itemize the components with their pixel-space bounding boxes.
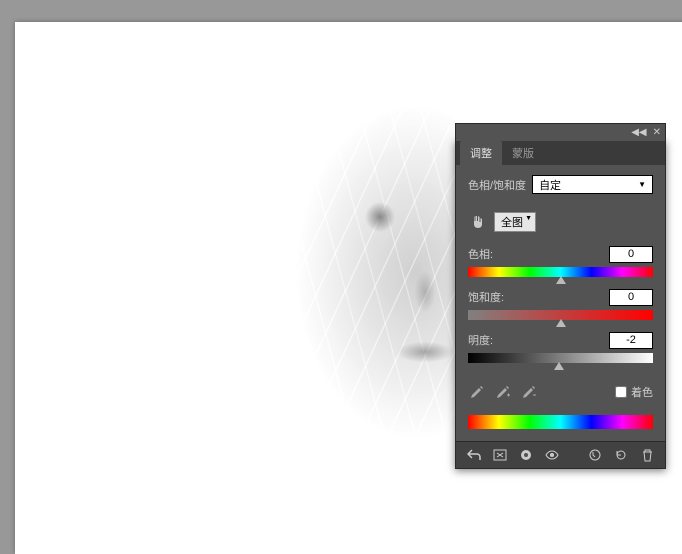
collapse-icon[interactable]: ◀◀	[631, 127, 646, 138]
clip-layer-icon[interactable]	[516, 446, 536, 464]
colorize-checkbox[interactable]: 着色	[615, 384, 653, 400]
hue-thumb[interactable]	[556, 276, 566, 284]
lightness-slider[interactable]	[468, 353, 653, 363]
lightness-slider-group: 明度: -2	[468, 332, 653, 363]
eyedropper-subtract-icon[interactable]	[520, 383, 538, 401]
adjustments-panel: ◀◀ ✕ 调整 蒙版 色相/饱和度 自定 全图 色相: 0 饱和度: 0	[455, 140, 666, 469]
hue-slider[interactable]	[468, 267, 653, 277]
hue-slider-group: 色相: 0	[468, 246, 653, 277]
saturation-label: 饱和度:	[468, 289, 504, 306]
eyedropper-add-icon[interactable]	[494, 383, 512, 401]
visibility-icon[interactable]	[542, 446, 562, 464]
preset-dropdown[interactable]: 自定	[532, 175, 653, 194]
trash-icon[interactable]	[637, 446, 657, 464]
panel-tabs: 调整 蒙版	[456, 141, 665, 165]
previous-state-icon[interactable]	[585, 446, 605, 464]
hue-label: 色相:	[468, 246, 493, 263]
targeted-adjust-icon[interactable]	[468, 212, 488, 232]
adjustment-title: 色相/饱和度	[468, 177, 526, 193]
color-spectrum	[468, 415, 653, 429]
lightness-label: 明度:	[468, 332, 493, 349]
range-dropdown[interactable]: 全图	[494, 212, 536, 232]
eyedropper-row: 着色	[456, 375, 665, 409]
panel-footer	[456, 441, 665, 468]
reset-icon[interactable]	[611, 446, 631, 464]
colorize-input[interactable]	[615, 386, 627, 398]
saturation-slider[interactable]	[468, 310, 653, 320]
saturation-slider-group: 饱和度: 0	[468, 289, 653, 320]
tab-adjustments[interactable]: 调整	[460, 141, 502, 165]
eyedropper-icon[interactable]	[468, 383, 486, 401]
lightness-thumb[interactable]	[554, 362, 564, 370]
return-icon[interactable]	[464, 446, 484, 464]
panel-header: ◀◀ ✕	[455, 123, 666, 141]
lightness-input[interactable]: -2	[609, 332, 653, 349]
saturation-input[interactable]: 0	[609, 289, 653, 306]
hue-input[interactable]: 0	[609, 246, 653, 263]
expand-view-icon[interactable]	[490, 446, 510, 464]
colorize-label: 着色	[631, 384, 653, 400]
saturation-thumb[interactable]	[556, 319, 566, 327]
close-icon[interactable]: ✕	[653, 127, 661, 138]
tab-masks[interactable]: 蒙版	[502, 141, 544, 165]
